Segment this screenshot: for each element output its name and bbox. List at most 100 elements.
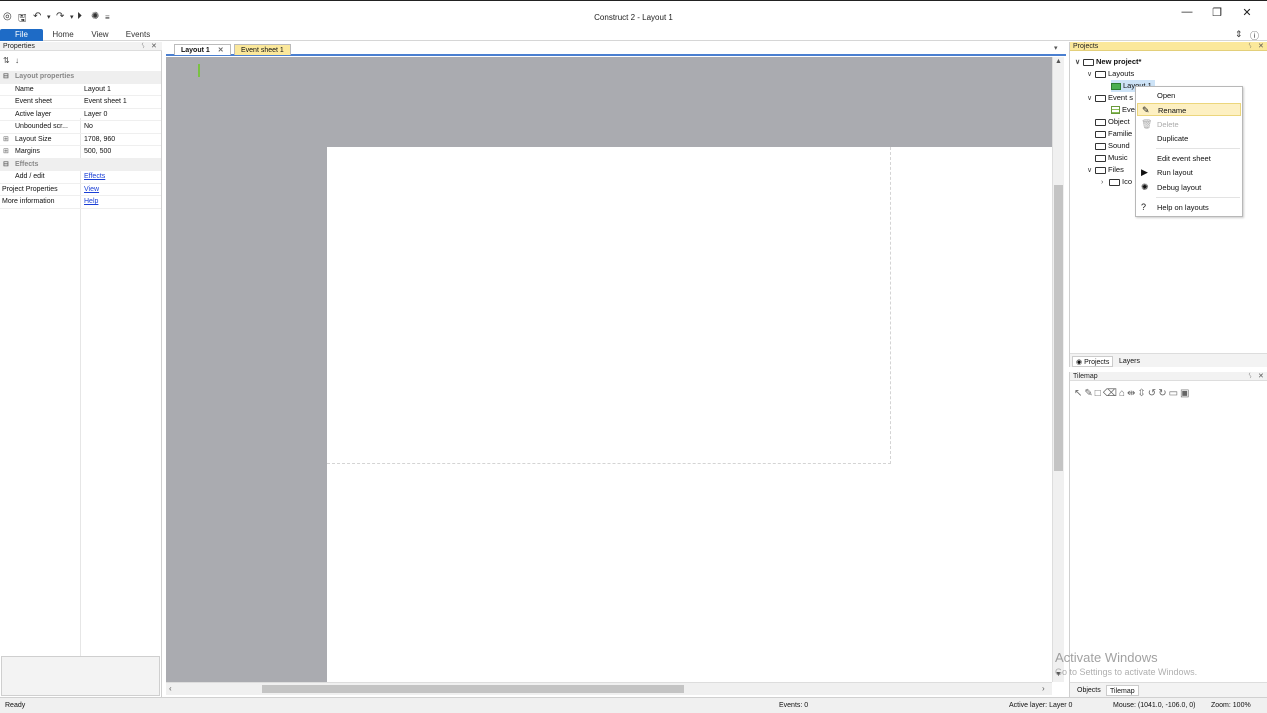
rectangle-tool-icon[interactable]: □ xyxy=(1095,388,1103,399)
menu-item-duplicate[interactable]: Duplicate xyxy=(1137,132,1241,145)
panel-close-icon[interactable]: ✕ xyxy=(1258,372,1264,381)
menu-item-rename[interactable]: ✎ Rename xyxy=(1137,103,1241,116)
chevron-down-icon[interactable]: ∨ xyxy=(1087,165,1095,177)
tab-projects[interactable]: ◉ Projects xyxy=(1072,356,1114,367)
sort-alphabetical-icon[interactable]: ↓ xyxy=(15,56,19,65)
property-row-project-properties[interactable]: Project Properties View xyxy=(0,184,161,197)
tab-events[interactable]: Events xyxy=(123,29,153,41)
tree-item-layouts[interactable]: ∨ Layouts xyxy=(1087,68,1134,80)
property-row-layout-size[interactable]: ⊞ Layout Size 1708, 960 xyxy=(0,134,161,147)
pin-icon[interactable]: ᛊ xyxy=(141,42,145,51)
chevron-down-icon[interactable]: ∨ xyxy=(1075,57,1083,69)
save-icon[interactable]: ▣ xyxy=(1180,388,1191,399)
tab-file[interactable]: File xyxy=(0,29,43,41)
chevron-right-icon[interactable]: › xyxy=(1101,177,1109,189)
scroll-up-icon[interactable]: ▲ xyxy=(1055,58,1062,65)
panel-close-icon[interactable]: ✕ xyxy=(151,42,157,51)
tab-layout-1[interactable]: Layout 1 ✕ xyxy=(174,44,231,55)
view-link[interactable]: View xyxy=(84,184,160,197)
pin-icon[interactable]: ᛊ xyxy=(1248,372,1252,381)
tree-item-event-sheets[interactable]: ∨ Event s xyxy=(1087,92,1133,104)
horizontal-scrollbar[interactable]: ‹ › xyxy=(166,682,1052,695)
tree-item-objects[interactable]: Object xyxy=(1095,116,1130,128)
eraser-tool-icon[interactable]: ⌫ xyxy=(1103,388,1119,399)
status-mouse: Mouse: (1041.0, -106.0, 0) xyxy=(1113,702,1196,709)
tree-item-families[interactable]: Familie xyxy=(1095,128,1132,140)
tree-item-event-sheet-1[interactable]: Eve xyxy=(1111,104,1135,116)
tab-event-sheet-1[interactable]: Event sheet 1 xyxy=(234,44,291,55)
tab-tilemap[interactable]: Tilemap xyxy=(1106,685,1139,696)
folder-icon xyxy=(1095,130,1106,138)
flip-vertical-icon[interactable]: ⇳ xyxy=(1137,388,1147,399)
menu-item-run-layout[interactable]: ▶ Run layout xyxy=(1137,166,1241,179)
menu-item-edit-event-sheet[interactable]: Edit event sheet xyxy=(1137,152,1241,165)
info-icon[interactable]: ⓘ xyxy=(1250,29,1259,42)
folder-icon xyxy=(1083,58,1094,66)
pointer-tool-icon[interactable]: ↖ xyxy=(1074,388,1084,399)
tabs-dropdown-icon[interactable]: ▾ xyxy=(1054,44,1058,52)
help-link[interactable]: Help xyxy=(84,196,160,209)
open-folder-icon[interactable]: ▭ xyxy=(1169,388,1180,399)
help-icon: ? xyxy=(1141,202,1147,212)
close-button[interactable]: ✕ xyxy=(1232,6,1262,20)
title-bar: ◎ 🖫 ↶ ▾ ↷ ▾ ⏵ ✺ ≡ Construct 2 - Layout 1… xyxy=(0,0,1267,30)
property-row-name[interactable]: Name Layout 1 xyxy=(0,84,161,96)
menu-item-open[interactable]: Open xyxy=(1137,89,1241,102)
minimize-button[interactable]: — xyxy=(1172,6,1202,20)
category-effects[interactable]: ⊟ Effects xyxy=(0,158,161,172)
collapse-icon[interactable]: ⊟ xyxy=(3,159,9,172)
expand-icon[interactable]: ⊞ xyxy=(3,134,9,147)
tab-view[interactable]: View xyxy=(87,29,113,41)
tilemap-header: Tilemap ᛊ ✕ xyxy=(1070,372,1267,381)
property-row-unbounded-scrolling[interactable]: Unbounded scr... No xyxy=(0,121,161,134)
text-cursor xyxy=(198,64,200,77)
menu-separator xyxy=(1156,197,1240,198)
vertical-scrollbar[interactable]: ▲ ▼ xyxy=(1052,57,1064,682)
layout-view[interactable] xyxy=(166,57,1052,682)
scroll-left-icon[interactable]: ‹ xyxy=(169,684,172,693)
tree-item-files[interactable]: ∨ Files xyxy=(1087,164,1124,176)
tab-home[interactable]: Home xyxy=(49,29,77,41)
flood-fill-icon[interactable]: ⌂ xyxy=(1119,388,1127,399)
pin-icon[interactable]: ᛊ xyxy=(1248,42,1252,51)
layout-canvas[interactable] xyxy=(327,147,1052,682)
sort-categorized-icon[interactable]: ⇅ xyxy=(3,56,10,65)
property-row-add-edit-effects[interactable]: Add / edit Effects xyxy=(0,171,161,184)
panel-close-icon[interactable]: ✕ xyxy=(1258,42,1264,51)
chevron-down-icon[interactable]: ∨ xyxy=(1087,93,1095,105)
restore-button[interactable]: ❐ xyxy=(1202,6,1232,20)
scroll-right-icon[interactable]: › xyxy=(1042,684,1045,693)
horizontal-scroll-thumb[interactable] xyxy=(262,685,684,693)
properties-panel: Properties ᛊ ✕ ⇅ ↓ ⊟ Layout properties N… xyxy=(0,42,162,697)
tilemap-bottom-tabs: Objects Tilemap xyxy=(1070,682,1267,697)
category-layout-properties[interactable]: ⊟ Layout properties xyxy=(0,71,161,84)
tree-item-sounds[interactable]: Sound xyxy=(1095,140,1130,152)
tab-layers[interactable]: Layers xyxy=(1116,356,1143,367)
property-row-event-sheet[interactable]: Event sheet Event sheet 1 xyxy=(0,96,161,109)
vertical-scroll-thumb[interactable] xyxy=(1054,185,1063,471)
property-row-active-layer[interactable]: Active layer Layer 0 xyxy=(0,109,161,121)
pencil-tool-icon[interactable]: ✎ xyxy=(1084,388,1094,399)
property-row-more-information[interactable]: More information Help xyxy=(0,196,161,209)
menu-item-delete[interactable]: 🗑 Delete xyxy=(1137,118,1241,131)
effects-link[interactable]: Effects xyxy=(84,171,160,184)
document-tabs: Layout 1 ✕ Event sheet 1 ▾ xyxy=(166,43,1066,56)
chevron-down-icon[interactable]: ∨ xyxy=(1087,69,1095,81)
expand-icon[interactable]: ⊞ xyxy=(3,146,9,159)
properties-title: Properties xyxy=(3,43,35,50)
ribbon-collapse-icon[interactable]: ⇕ xyxy=(1235,29,1243,40)
tree-item-icons[interactable]: › Ico xyxy=(1101,176,1132,188)
layout-icon xyxy=(1111,82,1121,90)
menu-item-debug-layout[interactable]: ✺ Debug layout xyxy=(1137,181,1241,194)
rotate-ccw-icon[interactable]: ↺ xyxy=(1148,388,1158,399)
tree-item-music[interactable]: Music xyxy=(1095,152,1128,164)
tab-close-icon[interactable]: ✕ xyxy=(218,47,224,54)
tab-objects[interactable]: Objects xyxy=(1074,685,1104,696)
projects-bottom-tabs: ◉ Projects Layers xyxy=(1070,353,1267,367)
flip-horizontal-icon[interactable]: ⇹ xyxy=(1127,388,1137,399)
property-row-margins[interactable]: ⊞ Margins 500, 500 xyxy=(0,146,161,159)
collapse-icon[interactable]: ⊟ xyxy=(3,71,9,84)
tree-item-project[interactable]: ∨ New project* xyxy=(1075,56,1141,68)
rotate-cw-icon[interactable]: ↻ xyxy=(1158,388,1168,399)
menu-item-help-on-layouts[interactable]: ? Help on layouts xyxy=(1137,201,1241,214)
